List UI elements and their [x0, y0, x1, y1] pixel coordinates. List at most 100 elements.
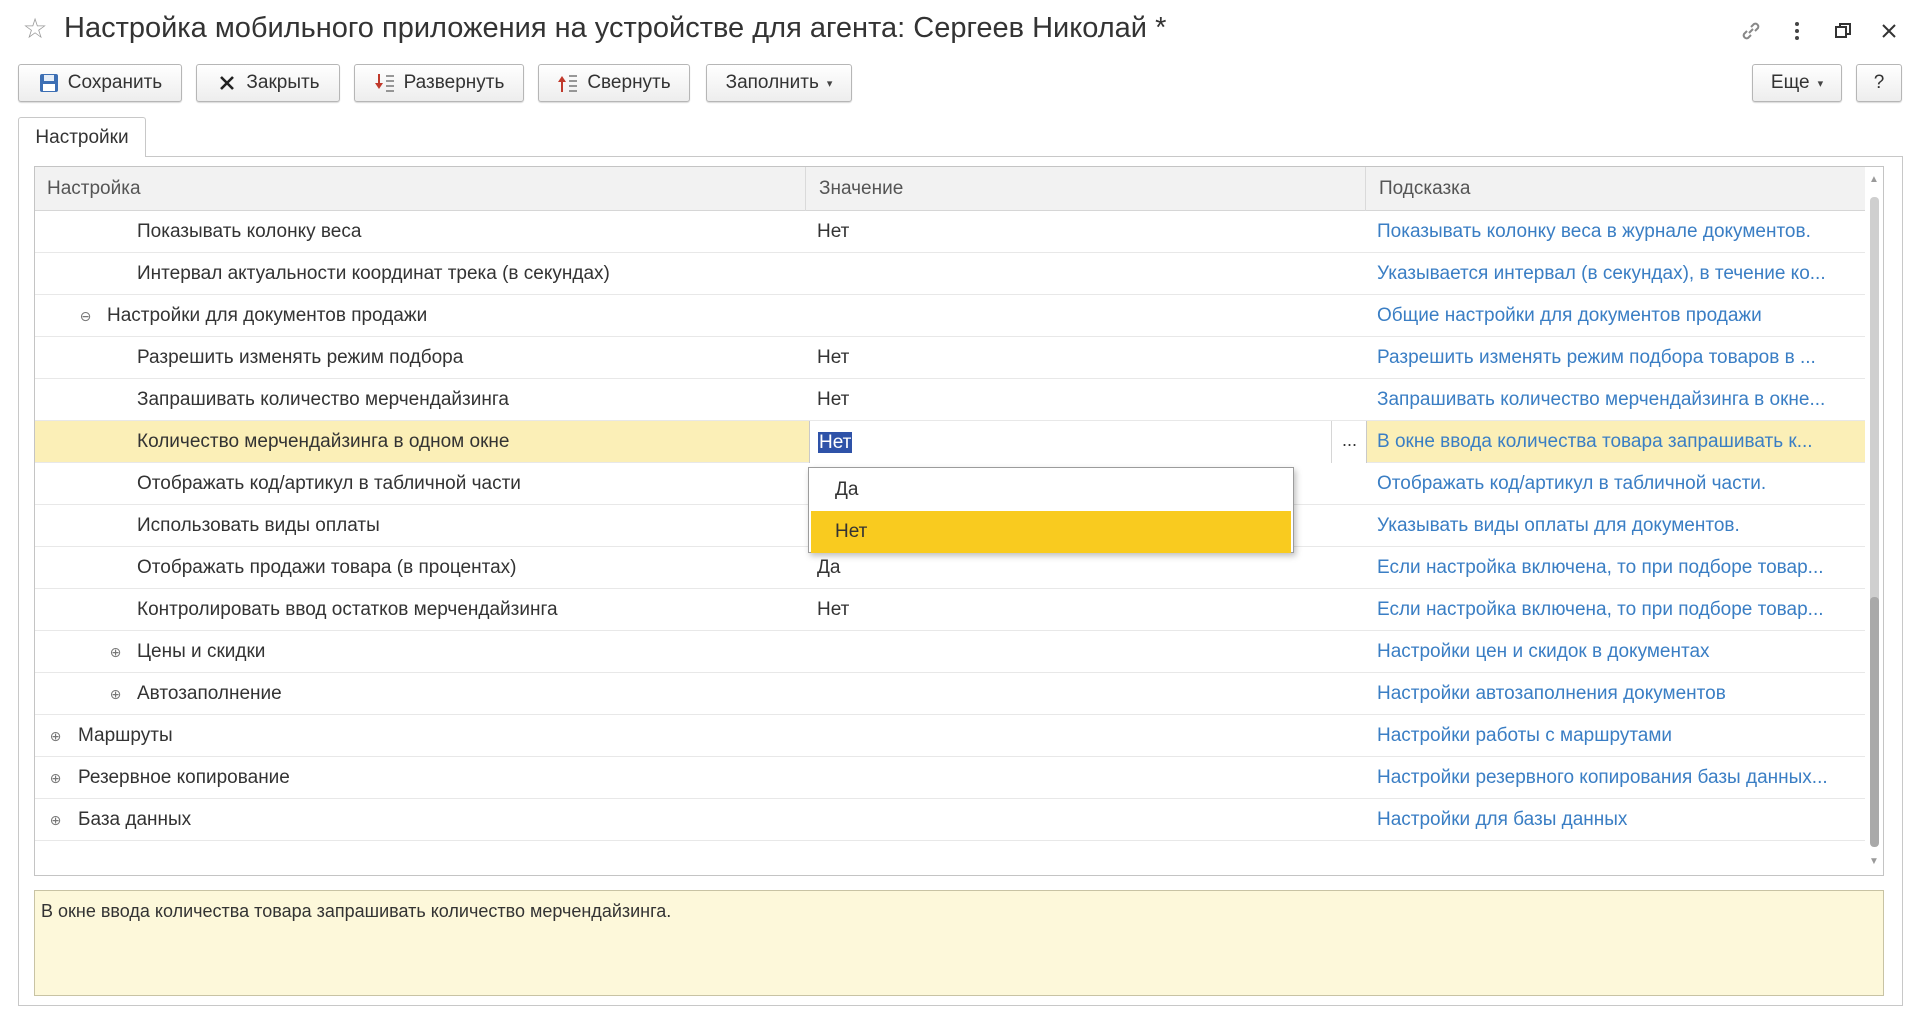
dropdown-option-yes[interactable]: Да	[811, 469, 1291, 511]
fill-dropdown-button[interactable]: Заполнить ▾	[706, 64, 852, 102]
hint-panel: В окне ввода количества товара запрашива…	[34, 890, 1884, 996]
hint-cell: Настройки резервного копирования базы да…	[1377, 767, 1828, 788]
value-cell[interactable]: Да	[813, 547, 1353, 589]
table-row-selected[interactable]: Количество мерчендайзинга в одном окне Н…	[35, 421, 1865, 463]
hint-cell: Запрашивать количество мерчендайзинга в …	[1377, 389, 1826, 410]
setting-cell: Интервал актуальности координат трека (в…	[137, 263, 610, 284]
link-icon[interactable]	[1734, 14, 1768, 48]
value-cell[interactable]	[813, 715, 1353, 757]
setting-cell: Количество мерчендайзинга в одном окне	[137, 431, 510, 452]
toolbar: Сохранить Закрыть Развернуть Свернуть За…	[18, 64, 1902, 102]
more-button-label: Еще	[1770, 72, 1810, 93]
setting-cell: Отображать код/артикул в табличной части	[137, 473, 521, 494]
value-cell[interactable]	[813, 295, 1353, 337]
expand-button[interactable]: Развернуть	[354, 64, 524, 102]
hint-cell: Общие настройки для документов продажи	[1377, 305, 1762, 326]
scroll-thumb[interactable]	[1870, 597, 1879, 847]
value-cell[interactable]	[813, 253, 1353, 295]
collapse-tree-icon	[557, 72, 579, 94]
tab-settings[interactable]: Настройки	[18, 117, 146, 157]
column-separator[interactable]	[805, 167, 806, 211]
table-row[interactable]: Показывать колонку веса Нет Показывать к…	[35, 211, 1865, 253]
setting-cell: Использовать виды оплаты	[137, 515, 380, 536]
star-icon[interactable]: ☆	[20, 14, 50, 44]
value-cell[interactable]: Нет	[813, 379, 1353, 421]
collapse-button[interactable]: Свернуть	[538, 64, 690, 102]
hint-cell: Указывать виды оплаты для документов.	[1377, 515, 1740, 536]
hint-cell: Отображать код/артикул в табличной части…	[1377, 473, 1767, 494]
hint-cell: Если настройка включена, то при подборе …	[1377, 557, 1824, 578]
more-button[interactable]: Еще ▾	[1752, 64, 1842, 102]
save-button[interactable]: Сохранить	[18, 64, 182, 102]
save-button-label: Сохранить	[67, 72, 163, 93]
setting-cell: Цены и скидки	[137, 641, 266, 662]
setting-cell: Настройки для документов продажи	[107, 305, 428, 326]
table-row-group[interactable]: ⊖ Настройки для документов продажи Общие…	[35, 295, 1865, 337]
setting-cell: Разрешить изменять режим подбора	[137, 347, 464, 368]
setting-cell: База данных	[78, 809, 192, 830]
close-icon[interactable]	[1872, 14, 1906, 48]
setting-cell: Контролировать ввод остатков мерчендайзи…	[137, 599, 558, 620]
table-row[interactable]: Интервал актуальности координат трека (в…	[35, 253, 1865, 295]
close-button-label: Закрыть	[246, 72, 320, 93]
window-controls	[1734, 14, 1906, 48]
more-vertical-icon[interactable]	[1780, 14, 1814, 48]
close-x-icon	[216, 72, 238, 94]
dropdown-caret-icon: ▾	[826, 77, 833, 90]
value-cell[interactable]: Нет	[813, 211, 1353, 253]
table-row-group[interactable]: ⊕ Автозаполнение Настройки автозаполнени…	[35, 673, 1865, 715]
table-row-group[interactable]: ⊕ База данных Настройки для базы данных	[35, 799, 1865, 841]
choice-button[interactable]: ...	[1331, 421, 1367, 463]
hint-cell: Настройки автозаполнения документов	[1377, 683, 1726, 704]
hint-cell: Показывать колонку веса в журнале докуме…	[1377, 221, 1811, 242]
setting-cell: Автозаполнение	[137, 683, 282, 704]
close-button[interactable]: Закрыть	[196, 64, 340, 102]
window-title: Настройка мобильного приложения на устро…	[64, 12, 1167, 44]
hint-cell: Настройки для базы данных	[1377, 809, 1628, 830]
value-cell[interactable]	[813, 631, 1353, 673]
column-separator[interactable]	[1365, 167, 1366, 211]
floppy-disk-icon	[38, 72, 60, 94]
hint-cell: Настройки работы с маршрутами	[1377, 725, 1673, 746]
value-cell[interactable]	[813, 757, 1353, 799]
dropdown-option-no[interactable]: Нет	[811, 511, 1291, 553]
column-header-setting[interactable]: Настройка	[35, 167, 141, 211]
setting-cell: Отображать продажи товара (в процентах)	[137, 557, 517, 578]
value-selected-text: Нет	[818, 432, 853, 453]
table-row[interactable]: Разрешить изменять режим подбора Нет Раз…	[35, 337, 1865, 379]
table-header: Настройка Значение Подсказка	[35, 167, 1865, 211]
scroll-down-arrow-icon[interactable]: ▼	[1869, 857, 1879, 867]
hint-panel-text: В окне ввода количества товара запрашива…	[41, 901, 672, 921]
dropdown-caret-icon: ▾	[1817, 77, 1824, 90]
setting-cell: Показывать колонку веса	[137, 221, 362, 242]
hint-cell: Указывается интервал (в секундах), в теч…	[1377, 263, 1826, 284]
value-select-field[interactable]: Нет	[809, 421, 1367, 463]
value-cell[interactable]: Нет	[813, 589, 1353, 631]
vertical-scrollbar[interactable]: ▲ ▼	[1865, 167, 1883, 875]
table-row-group[interactable]: ⊕ Маршруты Настройки работы с маршрутами	[35, 715, 1865, 757]
setting-cell: Резервное копирование	[78, 767, 290, 788]
column-header-value[interactable]: Значение	[807, 167, 903, 211]
hint-cell: Настройки цен и скидок в документах	[1377, 641, 1710, 662]
scroll-up-arrow-icon[interactable]: ▲	[1869, 175, 1879, 185]
table-row[interactable]: Отображать продажи товара (в процентах) …	[35, 547, 1865, 589]
help-button-label: ?	[1873, 72, 1885, 93]
table-row-group[interactable]: ⊕ Цены и скидки Настройки цен и скидок в…	[35, 631, 1865, 673]
value-cell[interactable]	[813, 673, 1353, 715]
column-header-hint[interactable]: Подсказка	[1367, 167, 1470, 211]
setting-cell: Маршруты	[78, 725, 173, 746]
hint-cell: Если настройка включена, то при подборе …	[1377, 599, 1824, 620]
table-row[interactable]: Запрашивать количество мерчендайзинга Не…	[35, 379, 1865, 421]
setting-cell: Запрашивать количество мерчендайзинга	[137, 389, 509, 410]
value-cell[interactable]	[813, 799, 1353, 841]
fill-button-label: Заполнить	[725, 72, 819, 93]
hint-cell: В окне ввода количества товара запрашива…	[1377, 431, 1813, 452]
table-row-group[interactable]: ⊕ Резервное копирование Настройки резерв…	[35, 757, 1865, 799]
table-row[interactable]: Контролировать ввод остатков мерчендайзи…	[35, 589, 1865, 631]
expand-tree-icon	[374, 72, 396, 94]
value-dropdown-list: Да Нет	[808, 467, 1294, 553]
title-bar: ☆ Настройка мобильного приложения на уст…	[0, 0, 1920, 62]
restore-window-icon[interactable]	[1826, 14, 1860, 48]
help-button[interactable]: ?	[1856, 64, 1902, 102]
value-cell[interactable]: Нет	[813, 337, 1353, 379]
